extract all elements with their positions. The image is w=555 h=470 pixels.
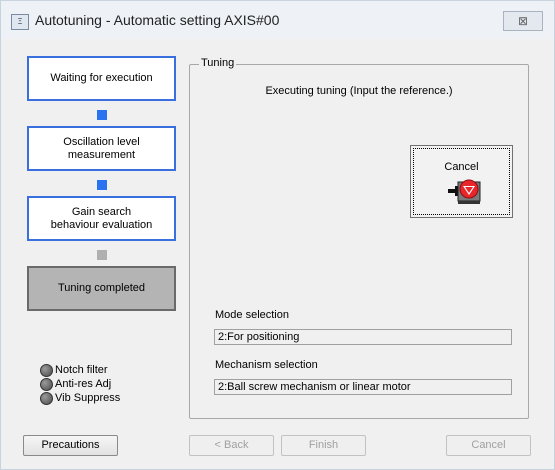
cancel-tuning-label: Cancel <box>444 161 479 173</box>
indicator-anti-res-adj: Anti-res Adj <box>40 377 111 391</box>
indicator-label: Vib Suppress <box>55 392 121 404</box>
motor-stop-icon <box>448 179 481 204</box>
window-title: Autotuning - Automatic setting AXIS#00 <box>35 12 280 28</box>
mode-selection-label: Mode selection <box>215 309 289 321</box>
indicator-label: Notch filter <box>55 364 108 376</box>
back-button[interactable]: < Back <box>189 435 274 456</box>
tuning-status-message: Executing tuning (Input the reference.) <box>265 85 453 97</box>
precautions-button[interactable]: Precautions <box>23 435 118 456</box>
mechanism-selection-field: 2:Ball screw mechanism or linear motor <box>214 379 512 395</box>
step-connector <box>97 250 107 260</box>
led-icon <box>40 377 53 391</box>
dialog-body: Waiting for execution Oscillation level … <box>9 39 547 463</box>
mode-selection-field: 2:For positioning <box>214 329 512 345</box>
autotuning-window: Ξ Autotuning - Automatic setting AXIS#00… <box>0 0 555 470</box>
led-icon <box>40 363 53 377</box>
indicator-label: Anti-res Adj <box>55 378 112 390</box>
indicator-notch-filter: Notch filter <box>40 363 108 377</box>
step-waiting-for-execution: Waiting for execution <box>27 56 176 101</box>
step-tuning-completed: Tuning completed <box>27 266 176 311</box>
cancel-tuning-button[interactable]: Cancel <box>410 145 513 218</box>
mechanism-selection-label: Mechanism selection <box>215 359 318 371</box>
close-button[interactable]: ⊠ <box>503 11 543 31</box>
step-oscillation-level-measurement: Oscillation level measurement <box>27 126 176 171</box>
step-connector <box>97 110 107 120</box>
tuning-group-title: Tuning <box>199 57 237 69</box>
app-icon: Ξ <box>11 14 29 30</box>
title-bar: Ξ Autotuning - Automatic setting AXIS#00… <box>1 1 554 39</box>
finish-button[interactable]: Finish <box>281 435 366 456</box>
step-gain-search: Gain search behaviour evaluation <box>27 196 176 241</box>
indicator-vib-suppress: Vib Suppress <box>40 391 120 405</box>
cancel-button[interactable]: Cancel <box>446 435 531 456</box>
step-connector <box>97 180 107 190</box>
led-icon <box>40 391 53 405</box>
